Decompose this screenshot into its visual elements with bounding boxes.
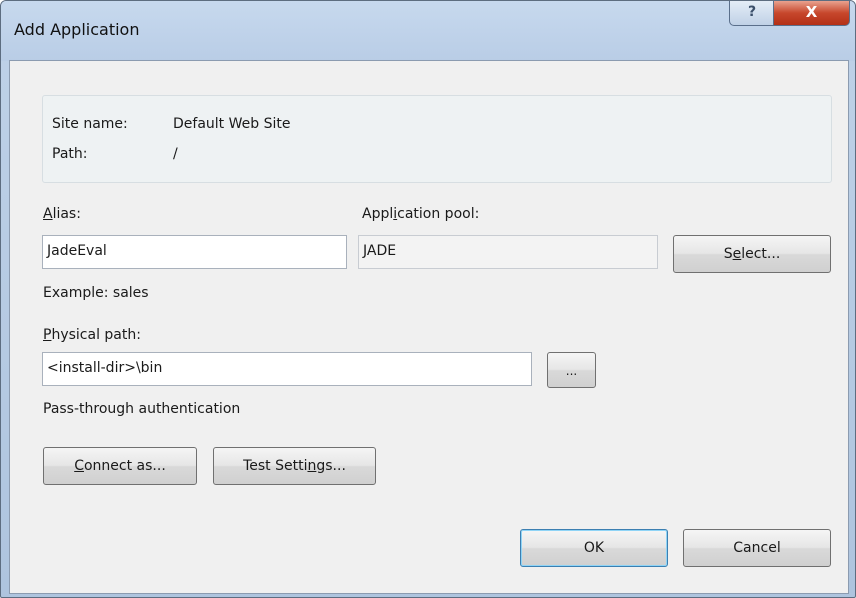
site-info-panel: Site name: Default Web Site Path: / bbox=[42, 95, 832, 183]
ok-button[interactable]: OK bbox=[520, 529, 668, 567]
connect-as-label: onnect as... bbox=[83, 458, 166, 474]
alias-label-text: lias: bbox=[52, 206, 81, 222]
select-label-mnemonic: e bbox=[732, 246, 742, 262]
application-pool-label-start: Appl bbox=[362, 206, 394, 222]
close-icon[interactable]: X bbox=[773, 1, 850, 26]
connect-as-button[interactable]: Connect as... bbox=[43, 447, 197, 485]
test-settings-label-start: Test Setti bbox=[243, 458, 308, 474]
cancel-button[interactable]: Cancel bbox=[683, 529, 831, 567]
select-label-end: lect... bbox=[741, 246, 781, 262]
path-value: / bbox=[173, 146, 178, 162]
alias-input[interactable]: JadeEval bbox=[42, 235, 347, 269]
application-pool-field: JADE bbox=[358, 235, 658, 269]
site-name-value: Default Web Site bbox=[173, 116, 291, 132]
test-settings-label-end: gs... bbox=[316, 458, 346, 474]
application-pool-label-end: cation pool: bbox=[397, 206, 480, 222]
physical-path-input[interactable]: <install-dir>\bin bbox=[42, 352, 532, 386]
physical-path-label-text: hysical path: bbox=[51, 327, 141, 343]
window-title: Add Application bbox=[14, 20, 140, 39]
alias-label-mnemonic: A bbox=[43, 206, 53, 222]
select-app-pool-button[interactable]: Select... bbox=[673, 235, 831, 273]
alias-example: Example: sales bbox=[43, 285, 149, 301]
connect-as-mnemonic: C bbox=[74, 458, 84, 474]
site-name-label: Site name: bbox=[52, 116, 128, 132]
select-label-start: S bbox=[723, 246, 733, 262]
application-pool-label: Application pool: bbox=[362, 206, 479, 222]
help-icon[interactable]: ? bbox=[729, 1, 775, 26]
alias-label: Alias: bbox=[43, 206, 81, 222]
path-label: Path: bbox=[52, 146, 88, 162]
test-settings-button[interactable]: Test Settings... bbox=[213, 447, 376, 485]
add-application-dialog: Add Application ? X Site name: Default W… bbox=[0, 0, 856, 598]
browse-path-button[interactable]: ... bbox=[547, 352, 596, 388]
physical-path-label: Physical path: bbox=[43, 327, 141, 343]
dialog-body: Site name: Default Web Site Path: / Alia… bbox=[9, 60, 849, 594]
auth-status-text: Pass-through authentication bbox=[43, 401, 241, 417]
title-bar[interactable]: Add Application ? X bbox=[1, 1, 855, 61]
